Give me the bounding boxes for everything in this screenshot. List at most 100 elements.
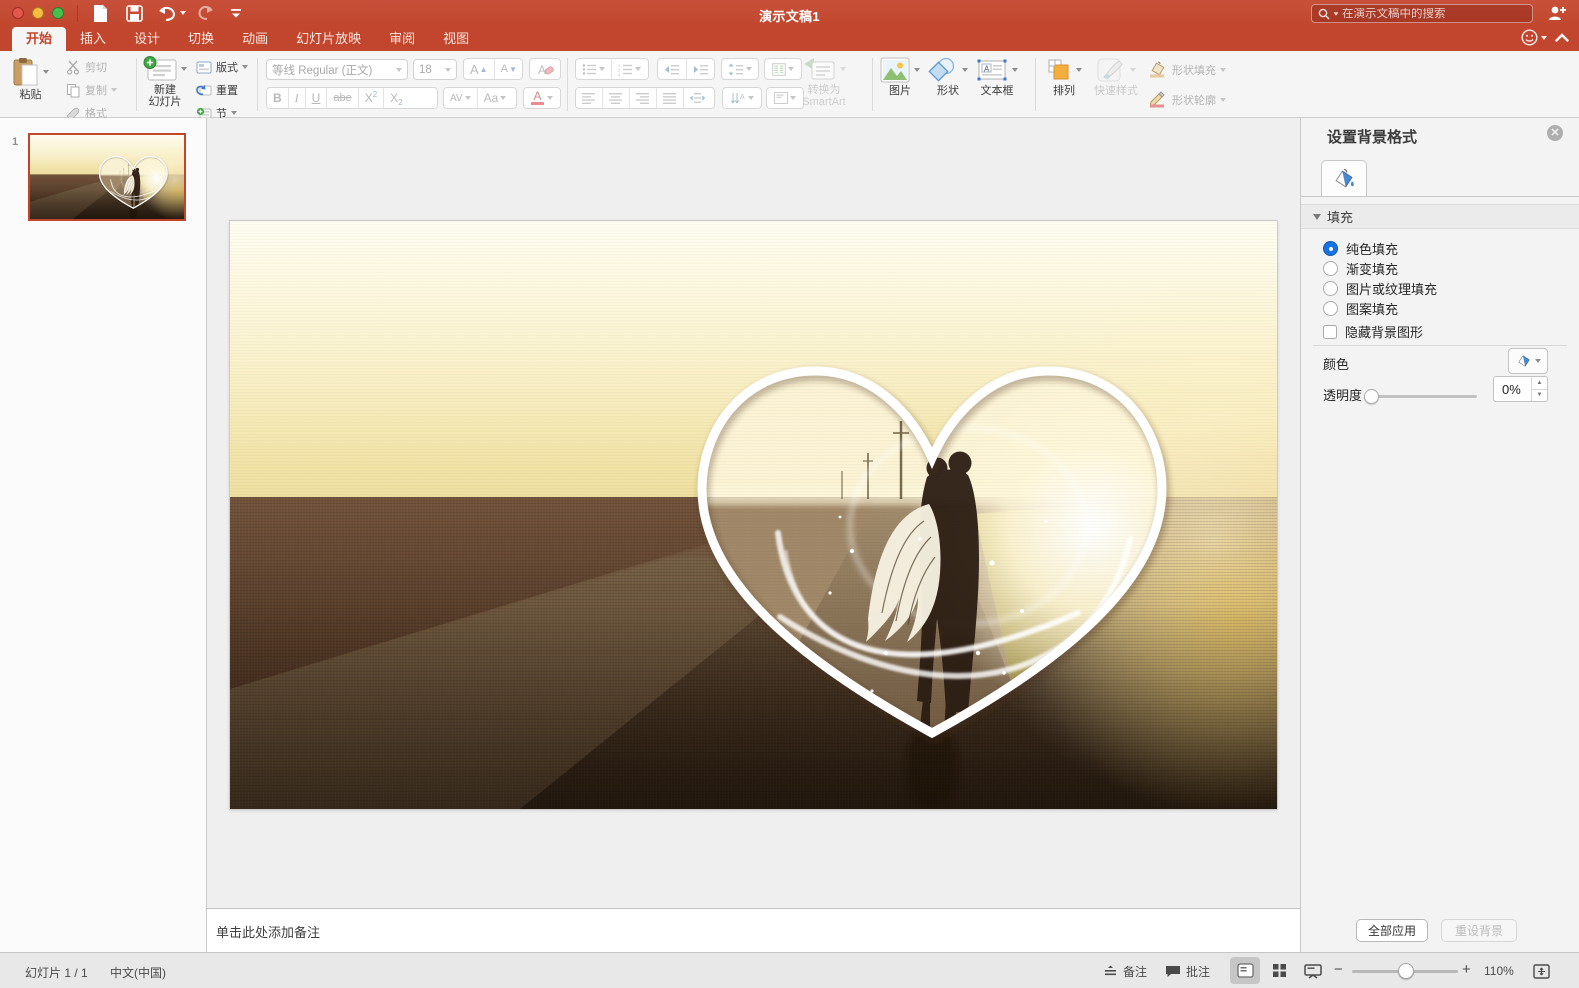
tab-animations[interactable]: 动画 bbox=[228, 27, 282, 51]
tab-view[interactable]: 视图 bbox=[429, 27, 483, 51]
radio-icon[interactable] bbox=[1323, 281, 1338, 296]
align-text-button[interactable] bbox=[766, 87, 804, 109]
tab-review[interactable]: 审阅 bbox=[375, 27, 429, 51]
spin-up-icon[interactable]: ▲ bbox=[1532, 377, 1547, 390]
search-input[interactable] bbox=[1342, 8, 1526, 20]
share-button[interactable] bbox=[1547, 4, 1567, 27]
feedback-smiley-button[interactable] bbox=[1521, 29, 1547, 46]
checkbox-icon[interactable] bbox=[1323, 325, 1337, 339]
justify-button[interactable] bbox=[657, 88, 684, 108]
new-slide-button[interactable]: 新建 幻灯片 bbox=[143, 56, 187, 108]
spin-down-icon[interactable]: ▼ bbox=[1532, 390, 1547, 402]
convert-to-smartart-button[interactable]: 转换为 SmartArt bbox=[802, 56, 846, 108]
layout-button[interactable]: 版式 bbox=[196, 59, 248, 75]
font-size-select[interactable]: 18 bbox=[413, 59, 457, 80]
apply-to-all-button[interactable]: 全部应用 bbox=[1356, 919, 1428, 942]
search-box[interactable] bbox=[1311, 4, 1533, 23]
copy-button[interactable]: 复制 bbox=[66, 82, 117, 98]
increase-font-button[interactable]: A ▲ bbox=[464, 59, 495, 79]
decrease-indent-button[interactable] bbox=[658, 59, 687, 79]
align-center-button[interactable] bbox=[603, 88, 630, 108]
bullets-button[interactable] bbox=[576, 59, 612, 79]
transparency-spinner[interactable]: 0% ▲ ▼ bbox=[1493, 376, 1548, 402]
solid-fill-option[interactable]: 纯色填充 bbox=[1323, 239, 1398, 258]
superscript-button[interactable]: X2 bbox=[359, 88, 384, 108]
notes-toggle[interactable]: 备注 bbox=[1103, 961, 1147, 981]
close-icon[interactable]: ✕ bbox=[1547, 125, 1563, 141]
chevron-down-icon bbox=[962, 68, 968, 72]
radio-selected-icon[interactable] bbox=[1323, 241, 1338, 256]
change-case-button[interactable]: Aa bbox=[478, 88, 513, 108]
tab-insert[interactable]: 插入 bbox=[66, 27, 120, 51]
fill-section-header[interactable]: 填充 bbox=[1301, 204, 1579, 229]
search-scope-chevron-icon[interactable] bbox=[1334, 12, 1339, 15]
tab-slideshow[interactable]: 幻灯片放映 bbox=[282, 27, 375, 51]
slide-canvas[interactable] bbox=[230, 221, 1277, 809]
align-right-button[interactable] bbox=[630, 88, 657, 108]
collapse-ribbon-button[interactable] bbox=[1555, 33, 1569, 42]
strikethrough-button[interactable]: abe bbox=[327, 88, 358, 108]
font-color-button[interactable]: A bbox=[523, 87, 561, 109]
comments-toggle[interactable]: 批注 bbox=[1165, 961, 1210, 981]
quick-styles-button[interactable]: 快速样式 bbox=[1094, 57, 1138, 97]
slide-editor-area[interactable]: 单击此处添加备注 bbox=[207, 118, 1300, 952]
picture-button[interactable]: 图片 bbox=[880, 57, 920, 97]
italic-button[interactable]: I bbox=[289, 88, 306, 108]
slide-thumbnail[interactable] bbox=[28, 133, 186, 221]
radio-icon[interactable] bbox=[1323, 261, 1338, 276]
paste-button[interactable]: 粘贴 bbox=[12, 57, 49, 101]
align-left-button[interactable] bbox=[576, 88, 603, 108]
transparency-value[interactable]: 0% bbox=[1494, 377, 1531, 401]
arrange-button[interactable]: 排列 bbox=[1046, 57, 1082, 97]
hide-background-option[interactable]: 隐藏背景图形 bbox=[1323, 322, 1423, 341]
pattern-fill-option[interactable]: 图案填充 bbox=[1323, 299, 1398, 318]
gradient-fill-option[interactable]: 渐变填充 bbox=[1323, 259, 1398, 278]
decrease-font-button[interactable]: A ▼ bbox=[495, 59, 523, 79]
reset-background-button[interactable]: 重设背景 bbox=[1441, 919, 1517, 942]
new-slide-label-2: 幻灯片 bbox=[149, 96, 182, 108]
cut-button[interactable]: 剪切 bbox=[66, 59, 107, 75]
slide-sorter-view-button[interactable] bbox=[1264, 957, 1294, 984]
underline-button[interactable]: U bbox=[306, 88, 328, 108]
tab-transitions[interactable]: 切换 bbox=[174, 27, 228, 51]
zoom-slider-knob[interactable] bbox=[1398, 963, 1414, 979]
radio-icon[interactable] bbox=[1323, 301, 1338, 316]
subscript-button[interactable]: X2 bbox=[384, 88, 408, 108]
fit-slide-button[interactable] bbox=[1526, 958, 1556, 985]
increase-indent-button[interactable] bbox=[687, 59, 715, 79]
fill-tab[interactable] bbox=[1321, 160, 1367, 197]
slide-sorter-icon bbox=[1272, 963, 1287, 978]
color-picker-button[interactable] bbox=[1508, 348, 1548, 374]
character-spacing-button[interactable]: AV bbox=[444, 88, 478, 108]
clear-formatting-button[interactable]: A bbox=[529, 58, 561, 80]
fit-to-window-icon bbox=[1533, 964, 1550, 979]
slide-thumbnail-panel[interactable]: 1 bbox=[0, 118, 207, 952]
superscript-label: X bbox=[365, 91, 373, 105]
zoom-in-button[interactable]: + bbox=[1462, 961, 1471, 978]
shape-outline-button[interactable]: 形状轮廓 bbox=[1148, 91, 1226, 108]
notes-pane[interactable]: 单击此处添加备注 bbox=[207, 908, 1300, 952]
notes-placeholder[interactable]: 单击此处添加备注 bbox=[216, 922, 320, 941]
shapes-button[interactable]: 形状 bbox=[928, 57, 968, 97]
transparency-slider-knob[interactable] bbox=[1364, 389, 1379, 404]
picture-texture-fill-option[interactable]: 图片或纹理填充 bbox=[1323, 279, 1437, 298]
slideshow-view-button[interactable] bbox=[1298, 957, 1328, 984]
text-direction-button[interactable]: A bbox=[722, 87, 762, 109]
zoom-out-button[interactable]: − bbox=[1334, 961, 1343, 978]
language-indicator[interactable]: 中文(中国) bbox=[110, 964, 166, 981]
textbox-button[interactable]: A 文本框 bbox=[976, 57, 1018, 97]
distribute-button[interactable] bbox=[684, 88, 711, 108]
reset-button[interactable]: 重置 bbox=[196, 82, 238, 98]
line-spacing-button[interactable] bbox=[721, 58, 759, 80]
zoom-level[interactable]: 110% bbox=[1484, 964, 1514, 978]
tab-home[interactable]: 开始 bbox=[12, 27, 66, 51]
transparency-slider[interactable] bbox=[1365, 395, 1477, 398]
bold-button[interactable]: B bbox=[267, 88, 289, 108]
align-left-icon bbox=[582, 92, 596, 104]
font-name-select[interactable]: 等线 Regular (正文) bbox=[266, 59, 408, 80]
shape-fill-button[interactable]: 形状填充 bbox=[1148, 61, 1226, 79]
normal-view-button[interactable] bbox=[1230, 957, 1260, 984]
numbering-button[interactable]: 123 bbox=[612, 59, 647, 79]
tab-design[interactable]: 设计 bbox=[120, 27, 174, 51]
columns-button[interactable] bbox=[764, 58, 802, 80]
